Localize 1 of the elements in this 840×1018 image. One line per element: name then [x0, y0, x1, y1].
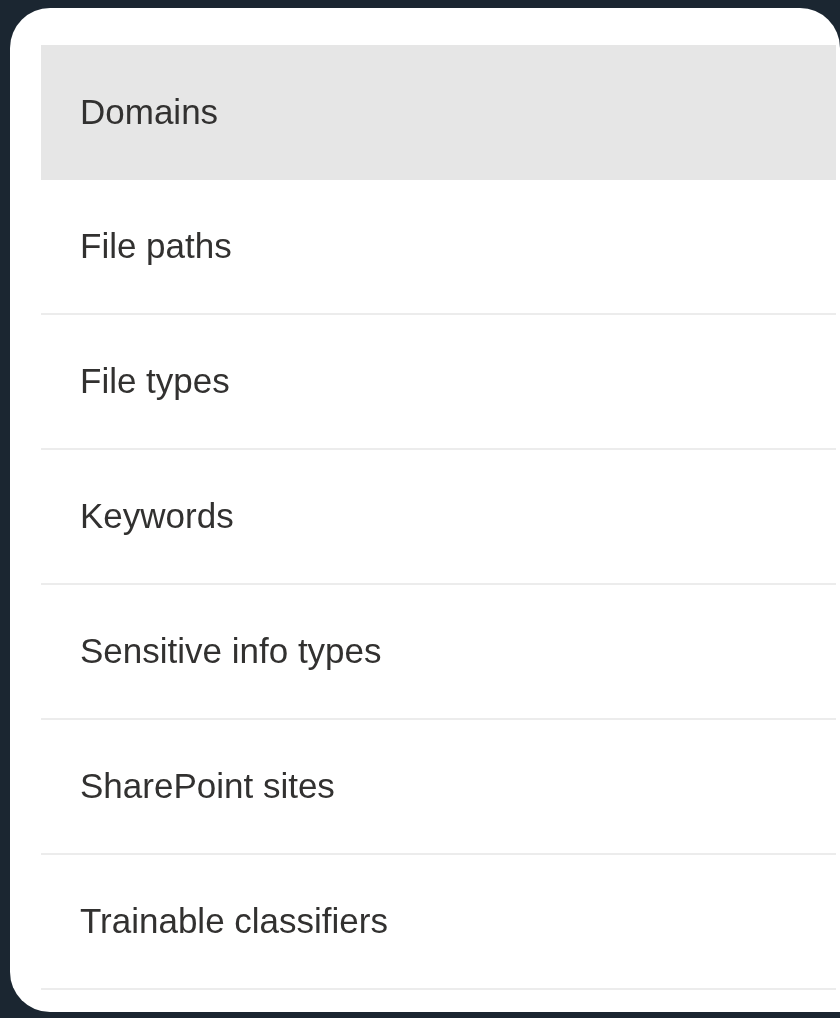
list-item[interactable]: Domains — [41, 45, 836, 180]
